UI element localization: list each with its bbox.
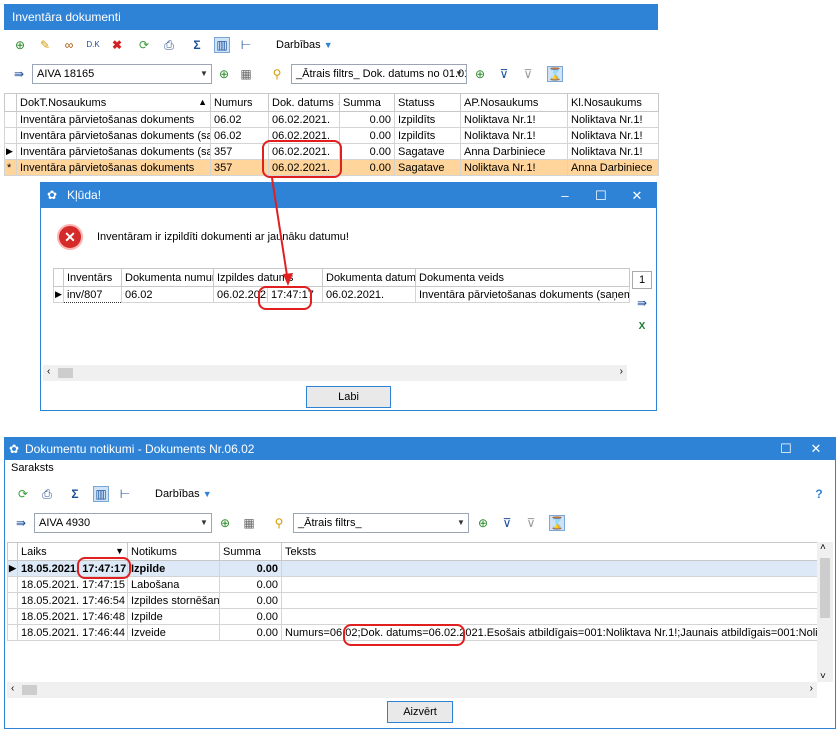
column-header[interactable]: Teksts (281, 542, 818, 561)
text-suffix: Esošais atbildīgais=001:Noliktava Nr.1!;… (486, 626, 817, 639)
annotation-event-time (77, 557, 131, 579)
quick-filter-combo[interactable]: _Ātrais filtrs_ ▼ (293, 513, 469, 533)
hourglass-icon[interactable]: ⌛ (549, 515, 565, 531)
tree-icon[interactable]: ⊢ (117, 486, 133, 502)
combo-arrow-icon[interactable]: ▼ (197, 514, 211, 532)
quick-filter-value: _Ātrais filtrs_ (298, 517, 362, 529)
funnel-pencil-icon[interactable]: ⚲ (271, 515, 287, 531)
close-window-button[interactable]: Aizvērt (387, 701, 453, 723)
filter-apply-icon[interactable]: ⇛ (13, 515, 29, 531)
scroll-up-icon[interactable]: ˄ (820, 542, 826, 553)
scroll-thumb[interactable] (820, 558, 830, 618)
menu-label: Saraksts (11, 462, 54, 474)
filter-combo[interactable]: AIVA 4930 ▼ (34, 513, 212, 533)
vertical-scrollbar[interactable]: ˄ ˅ (817, 542, 833, 682)
close-button[interactable]: ✕ (801, 438, 831, 460)
current-row-icon: ▶ (7, 560, 18, 577)
column-label: Laiks (21, 545, 47, 558)
menu-saraksts[interactable]: Saraksts (11, 462, 54, 474)
column-header[interactable]: Summa (219, 542, 282, 561)
filter-dropdown-icon[interactable]: ▼ (115, 546, 124, 556)
add-filter-icon[interactable]: ⊕ (217, 515, 233, 531)
events-window-title: Dokumentu notikumi - Dokuments Nr.06.02 (25, 442, 255, 456)
scroll-down-icon[interactable]: ˅ (820, 671, 826, 682)
event-date: 18.05.2021. (21, 562, 80, 575)
column-header[interactable]: Notikums (127, 542, 220, 561)
help-icon[interactable]: ? (811, 486, 827, 502)
events-window-titlebar: ✿ Dokumentu notikumi - Dokuments Nr.06.0… (5, 438, 835, 460)
close-button-label: Aizvērt (403, 706, 437, 718)
scroll-right-icon[interactable]: › (810, 683, 813, 694)
app-logo-icon: ✿ (9, 442, 20, 456)
table-row[interactable]: 18.05.2021. 17:47:15 Labošana 0.00 (7, 576, 818, 593)
actions-menu[interactable]: Darbības ▼ (155, 488, 212, 500)
actions-label: Darbības (155, 488, 200, 500)
scroll-left-icon[interactable]: ‹ (11, 683, 14, 694)
combo-arrow-icon[interactable]: ▼ (454, 514, 468, 532)
events-window: ✿ Dokumentu notikumi - Dokuments Nr.06.0… (4, 437, 836, 729)
grid-icon[interactable]: ▦ (241, 515, 257, 531)
sum-icon[interactable]: Σ (67, 486, 83, 502)
print-icon[interactable]: ⎙ (39, 486, 55, 502)
funnel-icon[interactable]: ⊽ (499, 515, 515, 531)
table-row[interactable]: 18.05.2021. 17:46:48 Izpilde 0.00 (7, 608, 818, 625)
annotation-doc-date (343, 624, 465, 646)
chevron-down-icon: ▼ (202, 489, 212, 499)
filter-combo-value: AIVA 4930 (39, 517, 91, 529)
filter-add-icon[interactable]: ⊕ (475, 515, 491, 531)
table-row[interactable]: 18.05.2021. 17:46:54 Izpildes stornēšana 0… (7, 592, 818, 609)
funnel-clear-icon[interactable]: ⊽ (523, 515, 539, 531)
scroll-thumb[interactable] (22, 685, 37, 695)
columns-icon[interactable]: ▥ (93, 486, 109, 502)
table-header: Laiks ▼ Notikums Summa Teksts (7, 542, 818, 561)
horizontal-scrollbar[interactable]: ‹ › (7, 682, 817, 698)
refresh-icon[interactable]: ⟳ (15, 486, 31, 502)
maximize-button[interactable]: ☐ (771, 438, 801, 460)
